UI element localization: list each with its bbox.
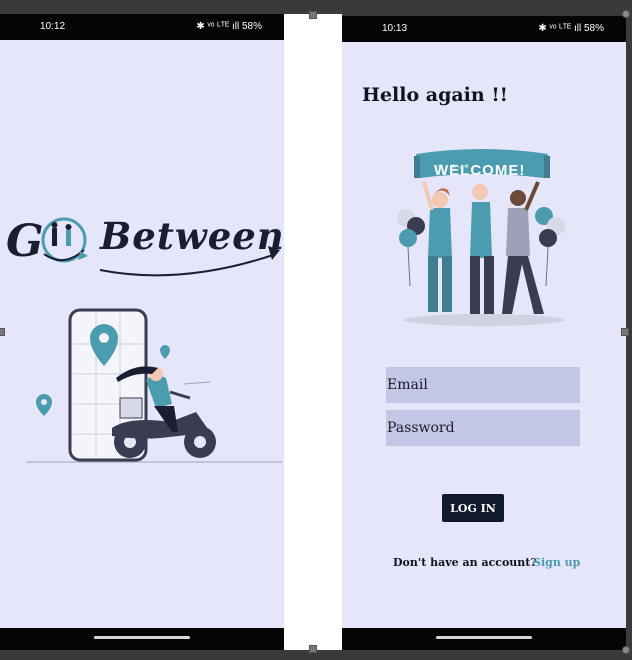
status-time: 10:12 — [40, 21, 66, 32]
signup-link[interactable]: Sign up — [533, 556, 580, 569]
welcome-banner-text: WELCOME! — [434, 162, 526, 179]
logo-swoosh-icon — [99, 246, 280, 277]
resize-handle-right[interactable] — [621, 328, 629, 336]
resize-handle-top-right[interactable] — [622, 10, 630, 18]
status-time: 10:13 — [382, 23, 408, 34]
nav-bar — [342, 628, 626, 650]
login-button[interactable]: LOG IN — [442, 494, 504, 522]
home-indicator[interactable] — [94, 636, 190, 639]
resize-handle-left[interactable] — [0, 328, 5, 336]
email-field[interactable] — [386, 367, 580, 403]
status-bar: 10:13 ✱ ᵛᵒ ᴸᵀᴱ ıll 58% — [342, 16, 626, 42]
password-field[interactable] — [386, 410, 580, 446]
resize-handle-bottom-right[interactable] — [622, 646, 630, 654]
delivery-scooter-illustration — [26, 308, 282, 463]
login-screen: 10:13 ✱ ᵛᵒ ᴸᵀᴱ ıll 58% Hello again !! * … — [342, 16, 626, 650]
home-indicator[interactable] — [436, 636, 532, 639]
nav-bar — [0, 628, 284, 650]
no-account-text: Don't have an account? — [393, 556, 537, 569]
logo-go-mark-icon: G — [6, 216, 88, 267]
resize-handle-bottom[interactable] — [309, 645, 317, 653]
app-logo: G Betweens — [6, 210, 284, 280]
welcome-illustration: * · * · * WELCOME! — [394, 148, 570, 328]
splash-screen: 10:12 ✱ ᵛᵒ ᴸᵀᴱ ıll 58% G Betweens — [0, 14, 284, 650]
status-bar: 10:12 ✱ ᵛᵒ ᴸᵀᴱ ıll 58% — [0, 14, 284, 40]
resize-handle-top[interactable] — [309, 11, 317, 19]
svg-text:G: G — [6, 216, 44, 267]
page-title: Hello again !! — [362, 84, 508, 106]
canvas-gap — [284, 14, 342, 650]
status-icons: ✱ ᵛᵒ ᴸᵀᴱ ıll 58% — [196, 21, 262, 32]
status-icons: ✱ ᵛᵒ ᴸᵀᴱ ıll 58% — [538, 23, 604, 34]
